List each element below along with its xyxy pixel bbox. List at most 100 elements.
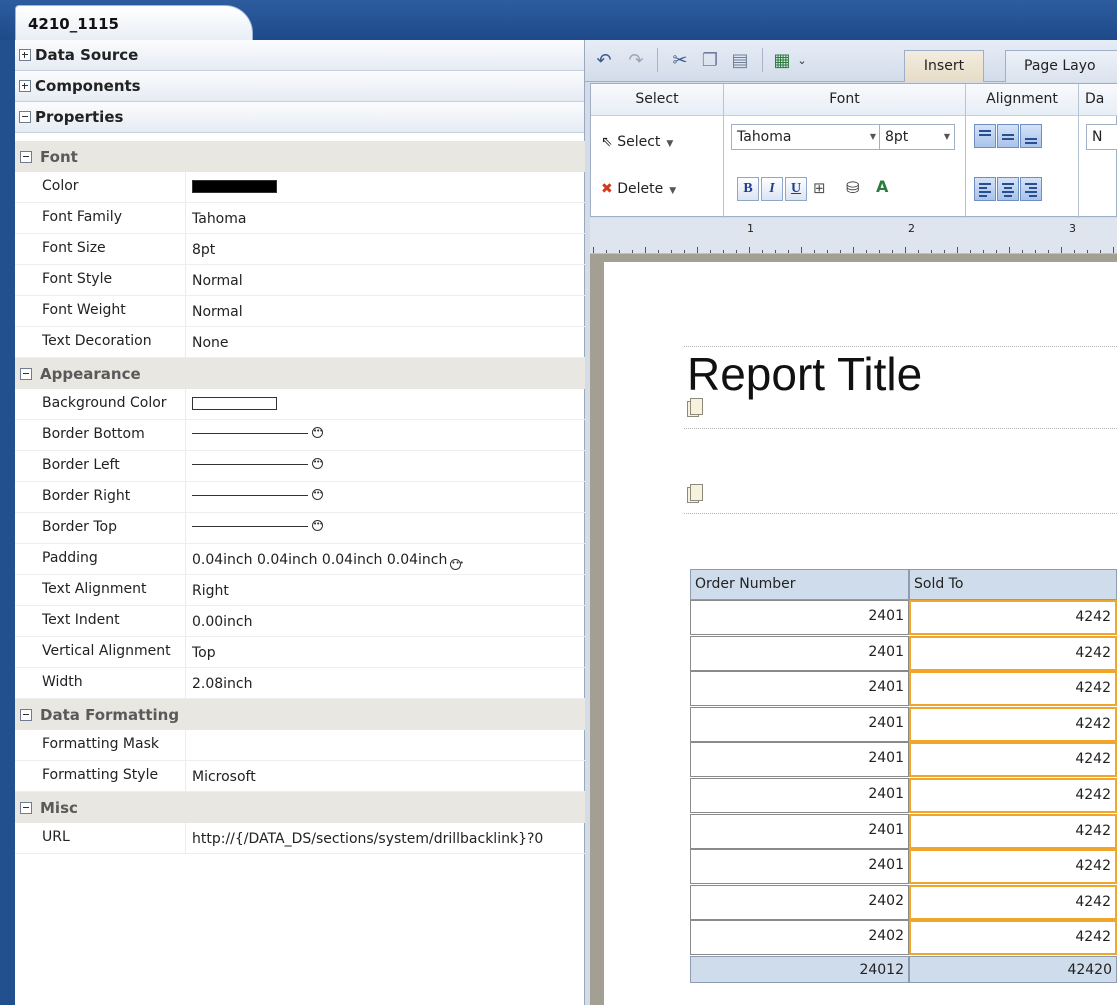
- property-value[interactable]: Normal: [186, 296, 585, 326]
- property-row-border-bottom[interactable]: Border Bottom •••: [15, 420, 585, 451]
- property-value[interactable]: Right: [186, 575, 585, 605]
- table-cell[interactable]: 4242: [909, 778, 1117, 813]
- italic-button[interactable]: I: [761, 177, 783, 201]
- property-row-formatting-mask[interactable]: Formatting Mask: [15, 730, 585, 761]
- font-family-combo[interactable]: Tahoma ▼: [731, 124, 881, 150]
- table-cell[interactable]: 4242: [909, 671, 1117, 707]
- ellipsis-icon[interactable]: •••: [312, 520, 323, 531]
- accordion-data-source[interactable]: Data Source: [15, 40, 584, 71]
- table-cell[interactable]: 2402: [690, 884, 909, 920]
- property-value[interactable]: [186, 172, 585, 202]
- layout-grid-icon[interactable]: ▦: [771, 50, 793, 72]
- document-tab[interactable]: 4210_1115: [15, 5, 253, 40]
- property-value[interactable]: http://{/DATA_DS/sections/system/drillba…: [186, 823, 585, 853]
- chevron-down-icon[interactable]: ⌄: [791, 50, 813, 72]
- table-cell[interactable]: 2401: [690, 600, 909, 635]
- section-data-formatting[interactable]: Data Formatting: [15, 699, 585, 730]
- table-cell[interactable]: 2401: [690, 849, 909, 885]
- property-value[interactable]: Microsoft: [186, 761, 585, 791]
- column-header[interactable]: Order Number: [690, 569, 909, 600]
- redo-icon[interactable]: ↷: [625, 50, 647, 72]
- table-cell[interactable]: 2401: [690, 742, 909, 778]
- section-font[interactable]: Font: [15, 141, 585, 172]
- property-row-vertical-alignment[interactable]: Vertical Alignment Top: [15, 637, 585, 668]
- table-cell[interactable]: 2401: [690, 813, 909, 849]
- property-row-border-right[interactable]: Border Right •••: [15, 482, 585, 513]
- property-row-formatting-style[interactable]: Formatting Style Microsoft: [15, 761, 585, 792]
- property-value[interactable]: Top: [186, 637, 585, 667]
- table-cell[interactable]: 4242: [909, 813, 1117, 849]
- copy-icon[interactable]: ❐: [699, 50, 721, 72]
- property-value[interactable]: [186, 389, 585, 419]
- font-size-combo[interactable]: 8pt ▼: [879, 124, 955, 150]
- table-cell[interactable]: 4242: [909, 706, 1117, 742]
- delete-button[interactable]: ✖ Delete ▼: [601, 181, 676, 197]
- ellipsis-icon[interactable]: •••: [312, 489, 323, 500]
- property-row-font-style[interactable]: Font Style Normal: [15, 265, 585, 296]
- total-cell[interactable]: 42420: [909, 956, 1117, 983]
- fill-color-icon[interactable]: ⛁: [846, 178, 859, 197]
- report-title[interactable]: Report Title: [687, 347, 922, 401]
- undo-icon[interactable]: ↶: [593, 50, 615, 72]
- paste-icon[interactable]: ▤: [729, 50, 751, 72]
- ellipsis-icon[interactable]: •••: [450, 559, 464, 570]
- underline-button[interactable]: U: [785, 177, 807, 201]
- table-cell[interactable]: 2401: [690, 778, 909, 813]
- select-button[interactable]: ⇖ Select ▼: [601, 134, 673, 150]
- align-left-button[interactable]: [974, 177, 996, 201]
- property-value[interactable]: 0.00inch: [186, 606, 585, 636]
- property-value[interactable]: 2.08inch: [186, 668, 585, 698]
- align-bottom-button[interactable]: [1020, 124, 1042, 148]
- property-row-background-color[interactable]: Background Color: [15, 389, 585, 420]
- table-cell[interactable]: 4242: [909, 849, 1117, 885]
- property-row-padding[interactable]: Padding 0.04inch 0.04inch 0.04inch 0.04i…: [15, 544, 585, 575]
- layout-grid-icon[interactable]: [687, 398, 705, 418]
- total-cell[interactable]: 24012: [690, 956, 909, 983]
- table-cell[interactable]: 4242: [909, 742, 1117, 778]
- align-top-button[interactable]: [974, 124, 996, 148]
- property-value[interactable]: •••: [186, 482, 585, 512]
- data-combo[interactable]: N: [1086, 124, 1117, 150]
- table-cell[interactable]: 4242: [909, 635, 1117, 671]
- table-cell[interactable]: 2401: [690, 706, 909, 742]
- bold-button[interactable]: B: [737, 177, 759, 201]
- table-cell[interactable]: 2401: [690, 635, 909, 671]
- tab-insert[interactable]: Insert: [904, 50, 984, 82]
- border-icon[interactable]: ⊞: [813, 179, 826, 197]
- table-cell[interactable]: 4242: [909, 920, 1117, 956]
- table-cell[interactable]: 4242: [909, 600, 1117, 635]
- layout-grid-icon[interactable]: [687, 484, 705, 504]
- font-color-icon[interactable]: A: [876, 177, 888, 196]
- property-value[interactable]: •••: [186, 420, 585, 450]
- property-row-font-size[interactable]: Font Size 8pt: [15, 234, 585, 265]
- section-appearance[interactable]: Appearance: [15, 358, 585, 389]
- color-swatch[interactable]: [192, 397, 277, 410]
- table-cell[interactable]: 2401: [690, 671, 909, 707]
- property-row-color[interactable]: Color: [15, 172, 585, 203]
- property-value[interactable]: Tahoma: [186, 203, 585, 233]
- property-row-font-family[interactable]: Font Family Tahoma: [15, 203, 585, 234]
- property-row-text-alignment[interactable]: Text Alignment Right: [15, 575, 585, 606]
- ellipsis-icon[interactable]: •••: [312, 427, 323, 438]
- align-middle-button[interactable]: [997, 124, 1019, 148]
- property-value[interactable]: Normal: [186, 265, 585, 295]
- align-right-button[interactable]: [1020, 177, 1042, 201]
- section-misc[interactable]: Misc: [15, 792, 585, 823]
- property-row-border-left[interactable]: Border Left •••: [15, 451, 585, 482]
- table-cell[interactable]: 4242: [909, 884, 1117, 920]
- column-header[interactable]: Sold To: [909, 569, 1117, 600]
- property-value[interactable]: 8pt: [186, 234, 585, 264]
- property-value[interactable]: •••: [186, 513, 585, 543]
- property-row-width[interactable]: Width 2.08inch: [15, 668, 585, 699]
- property-value[interactable]: None: [186, 327, 585, 357]
- cut-icon[interactable]: ✂: [669, 50, 691, 72]
- property-value[interactable]: •••: [186, 451, 585, 481]
- property-row-border-top[interactable]: Border Top •••: [15, 513, 585, 544]
- color-swatch[interactable]: [192, 180, 277, 193]
- tab-page-layout[interactable]: Page Layo: [1005, 50, 1117, 82]
- property-row-url[interactable]: URL http://{/DATA_DS/sections/system/dri…: [15, 823, 585, 854]
- property-row-text-decoration[interactable]: Text Decoration None: [15, 327, 585, 358]
- ellipsis-icon[interactable]: •••: [312, 458, 323, 469]
- property-value[interactable]: [186, 730, 585, 760]
- accordion-properties[interactable]: Properties: [15, 102, 584, 133]
